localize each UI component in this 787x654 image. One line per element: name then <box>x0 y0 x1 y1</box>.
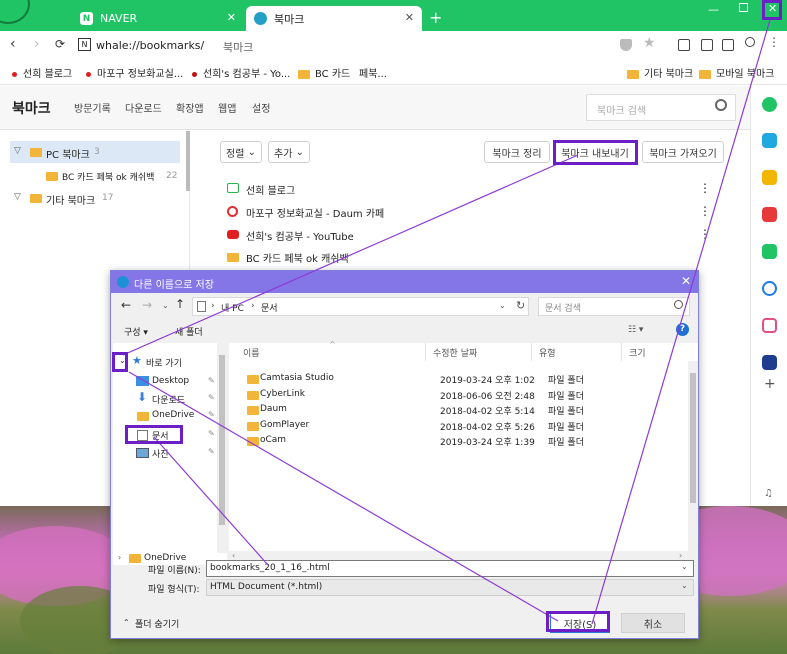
annotation-box-expand <box>112 352 128 372</box>
annotation-overlay <box>122 19 771 625</box>
annotation-box-documents <box>125 425 183 444</box>
annotation-box-export <box>553 140 638 165</box>
annotation-box-close <box>762 0 782 20</box>
annotation-box-save <box>546 611 610 632</box>
